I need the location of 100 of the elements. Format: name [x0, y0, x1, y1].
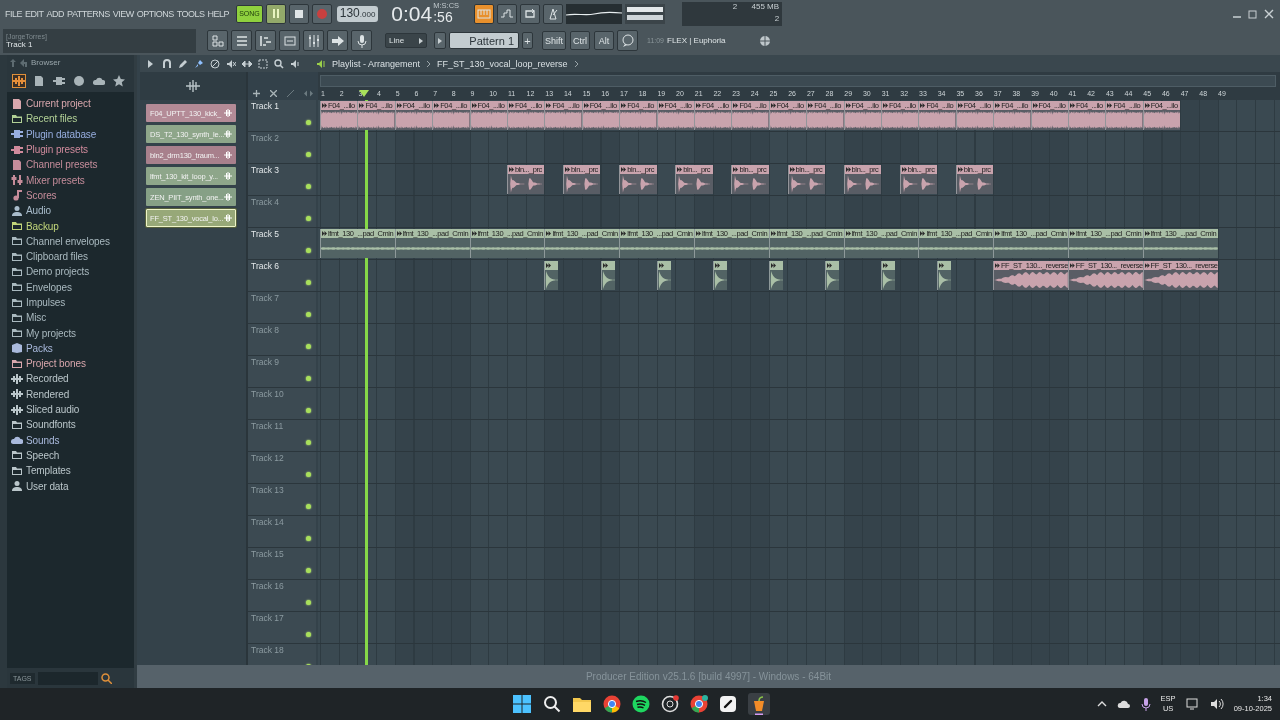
aperture-icon[interactable] — [661, 695, 679, 713]
modifier-key-button[interactable]: Alt — [594, 31, 614, 50]
track-enable-light[interactable] — [306, 632, 311, 637]
folder-icon[interactable] — [572, 695, 592, 713]
browser-item[interactable]: Sliced audio — [26, 404, 80, 416]
browser-item[interactable]: Misc — [26, 312, 47, 324]
file-icon[interactable] — [33, 75, 45, 87]
slash-app-icon[interactable] — [719, 695, 737, 713]
browser-icon[interactable] — [603, 695, 621, 713]
browser-item[interactable]: Project bones — [26, 358, 86, 370]
browser-item[interactable]: User data — [26, 480, 69, 492]
track-header[interactable]: Track 3 — [248, 164, 316, 195]
track-enable-light[interactable] — [306, 120, 311, 125]
browser-item[interactable]: Sounds — [26, 434, 60, 446]
news-button[interactable] — [617, 30, 638, 51]
browser-item[interactable]: Speech — [26, 449, 60, 461]
browser-item[interactable]: Channel envelopes — [26, 235, 110, 247]
browser-item[interactable]: My projects — [26, 327, 77, 339]
browser-item[interactable]: Recorded — [26, 373, 69, 385]
browser-item[interactable]: Recent files — [26, 113, 78, 125]
track-enable-light[interactable] — [306, 312, 311, 317]
close-icon[interactable] — [1264, 8, 1274, 19]
toggle-button[interactable] — [520, 3, 541, 24]
play-pause-button[interactable] — [265, 3, 286, 24]
search-icon[interactable] — [543, 695, 561, 713]
menu-item[interactable]: VIEW — [112, 8, 134, 19]
globe-icon[interactable] — [758, 34, 771, 47]
browser-item[interactable]: Soundfonts — [26, 419, 76, 431]
brush-icon[interactable] — [194, 58, 204, 69]
browser-item[interactable]: Demo projects — [26, 266, 90, 278]
track-enable-light[interactable] — [306, 504, 311, 509]
audio-clip[interactable] — [937, 261, 952, 290]
speaker-icon[interactable] — [290, 58, 300, 69]
toolbar-button[interactable] — [231, 30, 252, 51]
browser-item[interactable]: Channel presets — [26, 159, 98, 171]
close-icon[interactable] — [270, 90, 277, 97]
cloud-icon[interactable] — [1116, 699, 1131, 709]
track-enable-light[interactable] — [306, 376, 311, 381]
track-enable-light[interactable] — [306, 248, 311, 253]
chevron-up-icon[interactable] — [1096, 700, 1107, 708]
track-enable-light[interactable] — [306, 184, 311, 189]
track-enable-light[interactable] — [306, 472, 311, 477]
waveform-icon[interactable] — [13, 75, 25, 87]
menu-item[interactable]: FILE — [5, 8, 22, 19]
no-entry-icon[interactable] — [210, 58, 220, 69]
browser-item[interactable]: Clipboard files — [26, 251, 88, 263]
browser-item[interactable]: Envelopes — [26, 281, 72, 293]
plug-icon[interactable] — [53, 75, 65, 87]
globe-icon[interactable] — [73, 75, 85, 87]
toggle-button[interactable] — [497, 3, 518, 24]
menu-item[interactable]: OPTIONS — [136, 8, 174, 19]
menu-item[interactable]: EDIT — [25, 8, 44, 19]
menu-item[interactable]: HELP — [207, 8, 230, 19]
audio-clip[interactable] — [544, 261, 559, 290]
toggle-button[interactable] — [543, 3, 564, 24]
toolbar-button[interactable] — [327, 30, 348, 51]
add-pattern-button[interactable]: + — [522, 32, 533, 49]
double-arrow-icon[interactable] — [242, 58, 252, 69]
browser-item[interactable]: Packs — [26, 342, 53, 354]
browser-icon[interactable] — [690, 695, 708, 713]
menu-item[interactable]: ADD — [46, 8, 65, 19]
browser-item[interactable]: Backup — [26, 220, 59, 232]
fruit-app-icon[interactable] — [748, 693, 770, 715]
audio-clip[interactable] — [824, 261, 839, 290]
speaker-mute-icon[interactable] — [226, 58, 236, 69]
toolbar-button[interactable] — [351, 30, 372, 51]
star-icon[interactable] — [113, 75, 125, 87]
track-enable-light[interactable] — [306, 408, 311, 413]
browser-item[interactable]: Mixer presets — [26, 174, 85, 186]
browser-item[interactable]: Audio — [26, 205, 52, 217]
music-app-icon[interactable] — [632, 695, 650, 713]
zoom-icon[interactable] — [274, 58, 284, 69]
track-header[interactable]: Track 6 — [248, 260, 316, 291]
toolbar-button[interactable] — [279, 30, 300, 51]
magnet-icon[interactable] — [162, 58, 172, 69]
stop-button[interactable] — [288, 3, 309, 24]
speaker-icon[interactable] — [316, 58, 326, 69]
snap-dropdown[interactable]: Line — [385, 33, 427, 48]
pattern-name[interactable]: FF_ST_130_vocal_loop_reverse — [437, 58, 568, 69]
track-enable-light[interactable] — [306, 536, 311, 541]
browser-item[interactable]: Rendered — [26, 388, 70, 400]
horizontal-scrollbar[interactable] — [320, 75, 1276, 87]
microphone-icon[interactable] — [1140, 697, 1151, 711]
track-enable-light[interactable] — [306, 440, 311, 445]
waveform-icon[interactable] — [186, 80, 200, 92]
restore-icon[interactable] — [1248, 8, 1258, 19]
tempo-display[interactable]: 130.000 — [336, 5, 379, 22]
modifier-key-button[interactable]: Shift — [542, 31, 566, 50]
pattern-selector[interactable]: Pattern 1 — [449, 32, 519, 49]
browser-item[interactable]: Plugin presets — [26, 144, 88, 156]
modifier-key-button[interactable]: Ctrl — [570, 31, 590, 50]
track-enable-light[interactable] — [306, 280, 311, 285]
browser-item[interactable]: Scores — [26, 189, 57, 201]
track-header[interactable]: Track 1 — [248, 100, 316, 131]
audio-clip[interactable] — [768, 261, 783, 290]
audio-clip[interactable] — [881, 261, 895, 290]
browser-item[interactable]: Impulses — [26, 297, 66, 308]
toolbar-button[interactable] — [303, 30, 324, 51]
start-icon[interactable] — [512, 694, 532, 714]
audio-clip[interactable] — [656, 261, 671, 290]
